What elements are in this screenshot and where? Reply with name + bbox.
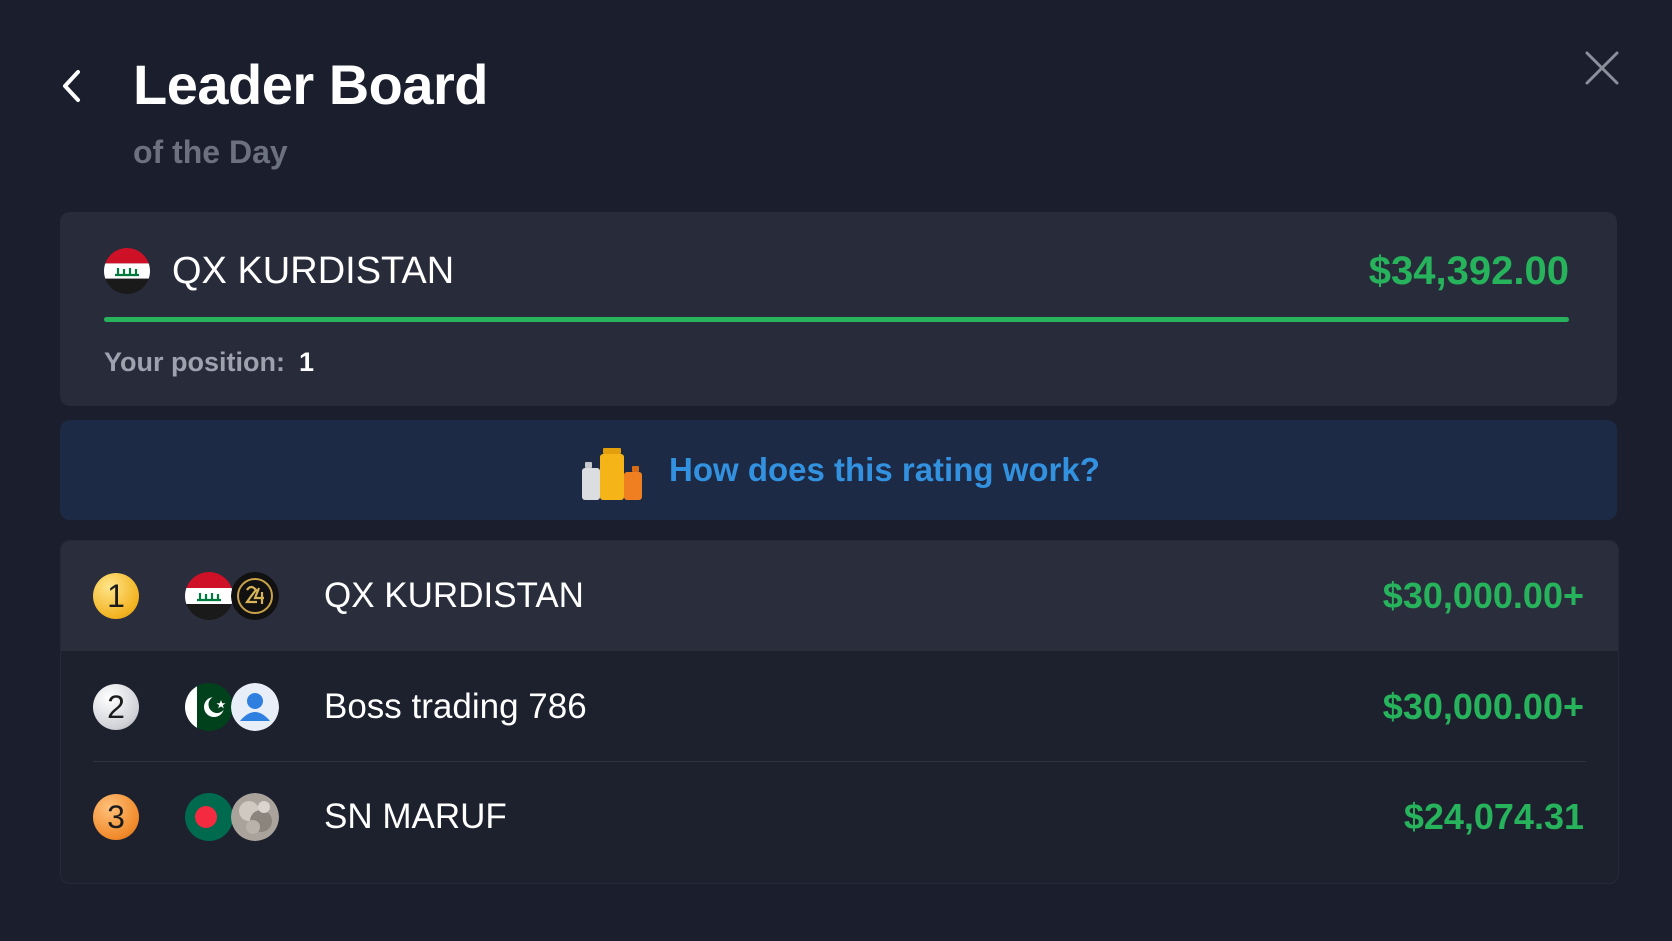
bangladesh-flag-icon (185, 793, 233, 841)
rating-info-text: How does this rating work? (669, 451, 1100, 488)
trader-amount: $30,000.00+ (1382, 575, 1584, 616)
photo-avatar (231, 793, 279, 841)
rank-badge-bronze: 3 (93, 794, 139, 840)
my-trader-name: QX KURDISTAN (172, 250, 455, 292)
my-trader-amount: $34,392.00 (1368, 249, 1569, 293)
table-row[interactable]: 2 Boss trading 786 $30,000.00+ (61, 652, 1618, 762)
leaderboard-list: 1 QX KURDISTAN $30,000.00+ 2 Boss tradin… (60, 540, 1619, 884)
trader-name: SN MARUF (324, 797, 507, 836)
trader-amount: $24,074.31 (1403, 796, 1584, 837)
default-user-avatar (231, 683, 279, 731)
logo-avatar (231, 572, 279, 620)
rank-badge-gold: 1 (93, 573, 139, 619)
close-icon (1585, 51, 1619, 85)
back-button[interactable] (56, 66, 92, 106)
position-label: Your position: (104, 347, 285, 377)
iraq-flag-icon (185, 572, 233, 620)
progress-bar-fill (104, 317, 1569, 322)
table-row[interactable]: 3 SN MARUF $24,074.31 (61, 762, 1618, 872)
position-value: 1 (298, 347, 315, 377)
trader-amount: $30,000.00+ (1382, 686, 1584, 727)
close-button[interactable] (1582, 48, 1622, 88)
progress-bar (104, 317, 1569, 322)
iraq-flag-icon (104, 248, 150, 294)
page-title: Leader Board (133, 53, 489, 116)
pakistan-flag-icon (185, 683, 233, 731)
trader-name: Boss trading 786 (324, 687, 587, 726)
chevron-left-icon (63, 70, 80, 102)
trader-name: QX KURDISTAN (324, 576, 584, 615)
podium-icon (582, 448, 642, 500)
my-position: Your position: 1 (104, 342, 314, 382)
table-row[interactable]: 1 QX KURDISTAN $30,000.00+ (61, 541, 1618, 651)
rank-badge-silver: 2 (93, 684, 139, 730)
rating-info-button[interactable]: How does this rating work? (60, 420, 1617, 520)
my-position-card: QX KURDISTAN $34,392.00 Your position: 1 (60, 212, 1617, 406)
page-subtitle: of the Day (133, 134, 288, 170)
